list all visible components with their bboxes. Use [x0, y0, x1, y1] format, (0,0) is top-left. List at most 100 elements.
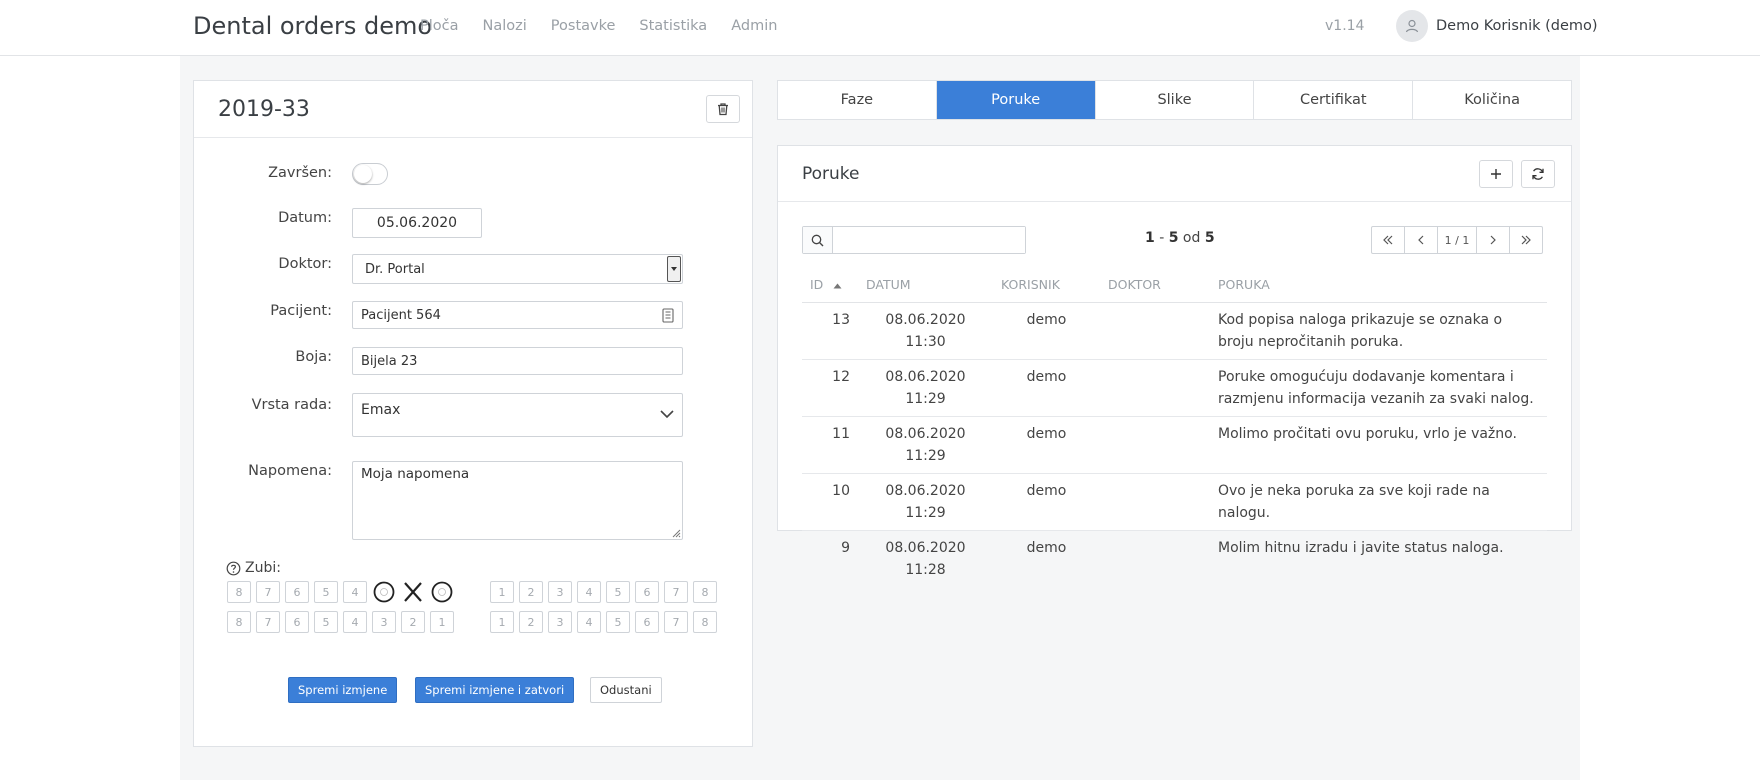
- cell-date: 08.06.2020 11:28: [885, 539, 966, 578]
- cell-message: Molimo pročitati ovu poruku, vrlo je važ…: [1210, 416, 1547, 474]
- tooth-upper-right-4[interactable]: 4: [343, 581, 367, 603]
- column-header-date[interactable]: DATUM: [858, 268, 993, 303]
- last-page-button[interactable]: [1509, 226, 1543, 254]
- save-close-button[interactable]: Spremi izmjene i zatvori: [415, 677, 575, 703]
- tooth-upper-right-7[interactable]: 7: [256, 581, 280, 603]
- tooth-upper-left-2[interactable]: 2: [519, 581, 543, 603]
- cell-date: 08.06.2020 11:29: [858, 416, 993, 474]
- nav-statistika[interactable]: Statistika: [639, 18, 707, 34]
- delete-order-button[interactable]: [706, 95, 740, 123]
- chevron-down-icon: [660, 410, 674, 419]
- tooth-upper-right-5[interactable]: 5: [314, 581, 338, 603]
- tooth-upper-left-3[interactable]: 3: [548, 581, 572, 603]
- user-menu[interactable]: Demo Korisnik (demo): [1396, 10, 1598, 42]
- table-row[interactable]: 11 08.06.2020 11:29 demo Molimo pročitat…: [802, 416, 1547, 474]
- first-page-button[interactable]: [1371, 226, 1405, 254]
- tooth-lower-right-6[interactable]: 6: [285, 611, 309, 633]
- prev-page-button[interactable]: [1404, 226, 1438, 254]
- tab-certifikat[interactable]: Certifikat: [1254, 81, 1414, 119]
- tab-slike[interactable]: Slike: [1096, 81, 1255, 119]
- first-page-icon: [1383, 235, 1393, 245]
- tooth-upper-left-8[interactable]: 8: [693, 581, 717, 603]
- range-start: 1: [1145, 230, 1155, 246]
- tooth-lower-right-8[interactable]: 8: [227, 611, 251, 633]
- tooth-upper-left-1[interactable]: 1: [490, 581, 514, 603]
- tooth-lower-right-7[interactable]: 7: [256, 611, 280, 633]
- pagination: 1 / 1: [1371, 226, 1543, 254]
- column-header-user[interactable]: KORISNIK: [993, 268, 1100, 303]
- tooth-upper-right-6[interactable]: 6: [285, 581, 309, 603]
- resize-handle-icon[interactable]: [671, 528, 681, 538]
- order-form-card: 2019-33 Završen: Datum: 05.06.2020 Dokto…: [193, 80, 753, 747]
- tooth-lower-left-7[interactable]: 7: [664, 611, 688, 633]
- prev-page-icon: [1418, 235, 1424, 245]
- next-page-button[interactable]: [1476, 226, 1510, 254]
- cell-date: 08.06.2020 11:30: [858, 302, 993, 360]
- column-header-message[interactable]: PORUKA: [1210, 268, 1547, 303]
- id-card-icon[interactable]: [662, 308, 674, 323]
- cell-id: 11: [802, 416, 858, 474]
- table-row[interactable]: 10 08.06.2020 11:29 demo Ovo je neka por…: [802, 473, 1547, 531]
- tooth-upper-left-4[interactable]: 4: [577, 581, 601, 603]
- save-button[interactable]: Spremi izmjene: [288, 677, 398, 703]
- cell-user: demo: [993, 302, 1100, 360]
- main-nav: Ploča Nalozi Postavke Statistika Admin: [420, 18, 777, 34]
- table-row[interactable]: 9 08.06.2020 11:28 demo Molim hitnu izra…: [802, 530, 1547, 587]
- avatar: [1396, 10, 1428, 42]
- messages-card: Poruke 1 - 5 od 5 1 / 1 ID DATUM KORISNI…: [777, 145, 1572, 578]
- tooth-lower-left-6[interactable]: 6: [635, 611, 659, 633]
- search-input[interactable]: [833, 227, 1025, 253]
- app-version: v1.14: [1325, 18, 1365, 34]
- tooth-lower-right-3[interactable]: 3: [372, 611, 396, 633]
- tooth-upper-right-1[interactable]: [430, 581, 454, 603]
- help-circle-icon[interactable]: [226, 561, 241, 576]
- nav-admin[interactable]: Admin: [731, 18, 777, 34]
- tooth-lower-left-3[interactable]: 3: [548, 611, 572, 633]
- cell-doctor: [1100, 530, 1210, 587]
- color-input[interactable]: Bijela 23: [352, 347, 683, 375]
- finished-label: Završen:: [268, 165, 332, 181]
- next-page-icon: [1490, 235, 1496, 245]
- caret-down-icon: [671, 267, 677, 271]
- doctor-select[interactable]: Dr. Portal: [352, 254, 683, 284]
- table-header-row: ID DATUM KORISNIK DOKTOR PORUKA: [802, 268, 1547, 303]
- add-message-button[interactable]: [1479, 160, 1513, 188]
- worktype-select[interactable]: Emax: [352, 393, 683, 437]
- column-header-doctor[interactable]: DOKTOR: [1100, 268, 1210, 303]
- tooth-upper-right-3[interactable]: [372, 581, 396, 603]
- tooth-upper-right-8[interactable]: 8: [227, 581, 251, 603]
- tooth-lower-right-1[interactable]: 1: [430, 611, 454, 633]
- nav-ploca[interactable]: Ploča: [420, 18, 459, 34]
- tooth-lower-left-8[interactable]: 8: [693, 611, 717, 633]
- refresh-messages-button[interactable]: [1521, 160, 1555, 188]
- cancel-button[interactable]: Odustani: [590, 677, 662, 703]
- tooth-upper-right-2[interactable]: [401, 581, 425, 603]
- date-input[interactable]: 05.06.2020: [352, 208, 482, 238]
- patient-input[interactable]: Pacijent 564: [352, 301, 683, 329]
- doctor-select-arrow[interactable]: [667, 256, 681, 282]
- messages-title: Poruke: [802, 164, 860, 184]
- tooth-lower-right-5[interactable]: 5: [314, 611, 338, 633]
- tooth-lower-right-2[interactable]: 2: [401, 611, 425, 633]
- tooth-lower-left-1[interactable]: 1: [490, 611, 514, 633]
- tooth-lower-left-4[interactable]: 4: [577, 611, 601, 633]
- tab-poruke[interactable]: Poruke: [936, 81, 1096, 119]
- cell-message: Molim hitnu izradu i javite status nalog…: [1218, 539, 1504, 556]
- nav-postavke[interactable]: Postavke: [551, 18, 616, 34]
- tab-faze[interactable]: Faze: [778, 81, 937, 119]
- tooth-lower-left-2[interactable]: 2: [519, 611, 543, 633]
- nav-nalozi[interactable]: Nalozi: [483, 18, 527, 34]
- finished-toggle[interactable]: [352, 163, 388, 185]
- column-header-id[interactable]: ID: [802, 268, 858, 303]
- table-row[interactable]: 12 08.06.2020 11:29 demo Poruke omogućuj…: [802, 359, 1547, 417]
- table-row[interactable]: 13 08.06.2020 11:30 demo Kod popisa nalo…: [802, 302, 1547, 360]
- note-textarea[interactable]: Moja napomena: [352, 461, 683, 540]
- tooth-upper-left-6[interactable]: 6: [635, 581, 659, 603]
- tab-kolicina[interactable]: Količina: [1413, 81, 1571, 119]
- tooth-upper-left-5[interactable]: 5: [606, 581, 630, 603]
- crown-circle-icon: [431, 581, 453, 603]
- brand-title[interactable]: Dental orders demo: [193, 12, 432, 40]
- tooth-lower-left-5[interactable]: 5: [606, 611, 630, 633]
- tooth-lower-right-4[interactable]: 4: [343, 611, 367, 633]
- tooth-upper-left-7[interactable]: 7: [664, 581, 688, 603]
